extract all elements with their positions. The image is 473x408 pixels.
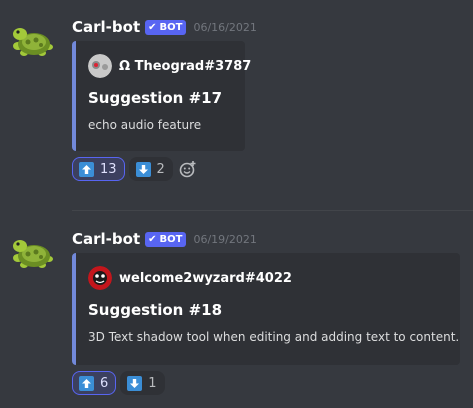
reaction-count: 1 <box>148 375 157 391</box>
add-reaction-icon[interactable] <box>177 158 199 180</box>
bot-tag-label: BOT <box>159 21 183 33</box>
embed-author-avatar-icon <box>88 266 112 290</box>
embed-title: Suggestion #18 <box>88 301 223 319</box>
reaction-upvote[interactable]: 13 <box>72 157 125 181</box>
embed-description: 3D Text shadow tool when editing and add… <box>88 330 460 344</box>
embed-title: Suggestion #17 <box>88 89 223 107</box>
check-icon: ✔ <box>148 21 157 33</box>
reactions: 6 1 <box>72 371 169 395</box>
reaction-upvote[interactable]: 6 <box>72 371 117 395</box>
message-2: Carl-bot ✔ BOT 06/19/2021 welcome2wyzard… <box>0 212 473 408</box>
timestamp: 06/16/2021 <box>193 20 257 34</box>
reaction-downvote[interactable]: 2 <box>128 157 173 181</box>
bot-tag: ✔ BOT <box>145 19 187 35</box>
message-header: Carl-bot ✔ BOT 06/19/2021 <box>72 228 257 250</box>
reactions: 13 2 <box>72 157 199 181</box>
embed-author-name: welcome2wyzard#4022 <box>119 270 292 286</box>
embed-author: Ω Theograd#3787 <box>88 54 251 78</box>
embed-author-avatar-icon <box>88 54 112 78</box>
check-icon: ✔ <box>148 233 157 245</box>
arrow-up-icon <box>79 375 94 391</box>
turtle-avatar-icon[interactable] <box>12 232 56 272</box>
reaction-count: 13 <box>100 161 117 177</box>
turtle-avatar-icon[interactable] <box>12 20 56 60</box>
message-1: Carl-bot ✔ BOT 06/16/2021 Ω Theograd#378… <box>0 0 473 200</box>
arrow-down-icon <box>135 161 151 177</box>
suggestion-embed: welcome2wyzard#4022 Suggestion #18 3D Te… <box>72 253 460 365</box>
suggestion-embed: Ω Theograd#3787 Suggestion #17 echo audi… <box>72 41 251 151</box>
author-name[interactable]: Carl-bot <box>72 230 140 248</box>
author-name[interactable]: Carl-bot <box>72 18 140 36</box>
bot-tag: ✔ BOT <box>145 231 187 247</box>
embed-description: echo audio feature <box>88 118 202 132</box>
timestamp: 06/19/2021 <box>193 232 257 246</box>
message-divider <box>72 210 473 211</box>
arrow-up-icon <box>79 161 94 177</box>
arrow-down-icon <box>127 375 143 391</box>
reaction-count: 6 <box>100 375 109 391</box>
bot-tag-label: BOT <box>159 233 183 245</box>
embed-author: welcome2wyzard#4022 <box>88 266 292 290</box>
reaction-count: 2 <box>156 161 165 177</box>
reaction-downvote[interactable]: 1 <box>120 371 165 395</box>
message-header: Carl-bot ✔ BOT 06/16/2021 <box>72 16 257 38</box>
embed-author-name: Ω Theograd#3787 <box>119 58 252 74</box>
